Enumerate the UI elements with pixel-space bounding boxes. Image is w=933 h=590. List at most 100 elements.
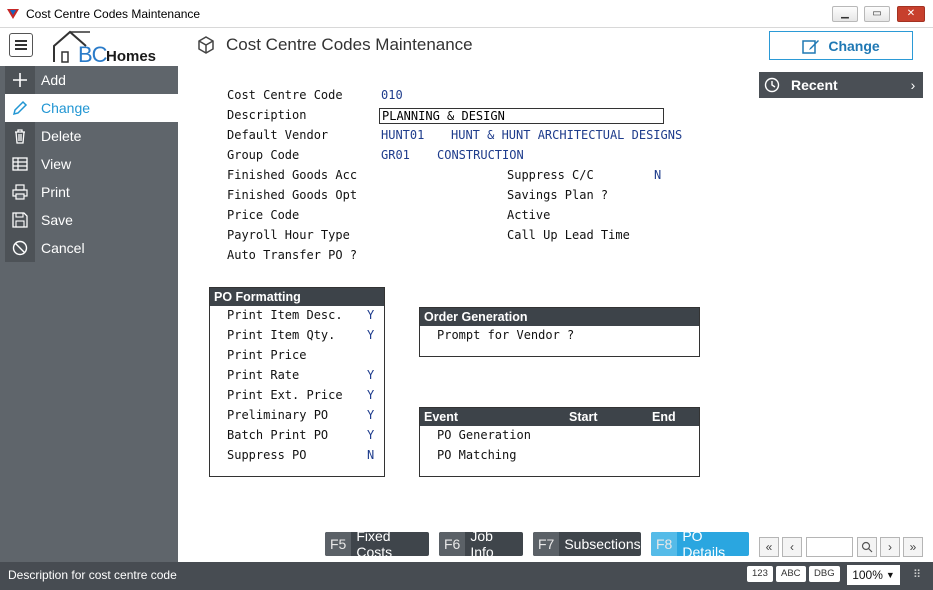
suppress-po-label: Suppress PO [227,448,307,462]
fkey-label: F8 [651,532,678,556]
preliminary-po-value[interactable]: Y [367,408,374,422]
fixed-costs-button[interactable]: F5 Fixed Costs [325,532,429,556]
cancel-icon [5,234,35,262]
chevron-right-icon: › [910,77,916,93]
search-record-button[interactable] [857,537,877,557]
app-icon [7,9,19,19]
search-icon [861,541,873,553]
edit-icon [802,39,820,54]
debug-badge[interactable]: DBG [809,566,840,582]
fkey-text: Fixed Costs [356,532,393,556]
default-vendor-label: Default Vendor [227,128,329,142]
default-vendor-name: HUNT & HUNT ARCHITECTUAL DESIGNS [451,128,683,142]
description-input[interactable] [379,108,664,124]
first-record-button[interactable]: « [759,537,779,557]
window-titlebar: Cost Centre Codes Maintenance ▁ ▭ ✕ [0,0,933,28]
suppress-cc-value[interactable]: N [654,168,661,182]
close-window-button[interactable]: ✕ [897,6,925,22]
sidebar-item-print[interactable]: Print [5,178,178,206]
suppress-cc-label: Suppress C/C [507,168,594,182]
print-ext-price-value[interactable]: Y [367,388,374,402]
page-title: Cost Centre Codes Maintenance [226,35,473,54]
next-record-button[interactable]: › [880,537,900,557]
fkey-text: Subsections [564,536,641,552]
event-row-po-generation[interactable]: PO Generation [437,428,531,442]
minimize-button[interactable]: ▁ [832,6,858,22]
print-item-qty-value[interactable]: Y [367,328,374,342]
printer-icon [5,178,35,206]
sidebar-item-label: Delete [41,128,82,144]
finished-goods-acc-label: Finished Goods Acc [227,168,358,182]
sidebar-item-change[interactable]: Change [5,94,178,122]
record-position-input[interactable] [806,537,853,557]
sidebar-item-add[interactable]: Add [5,66,178,94]
cost-centre-code-value[interactable]: 010 [381,88,403,102]
print-price-label: Print Price [227,348,307,362]
zoom-select[interactable]: 100% ▼ [847,565,900,585]
fkey-label: F7 [533,532,560,556]
chevron-down-icon: ▼ [885,570,895,580]
logo-text-homes: Homes [106,48,157,65]
fkey-label: F6 [439,532,466,556]
events-col-start: Start [569,410,598,424]
events-col-end: End [652,410,676,424]
cost-centre-code-label: Cost Centre Code [227,88,343,102]
numeric-mode-badge[interactable]: 123 [747,566,773,582]
sidebar-item-delete[interactable]: Delete [5,122,178,150]
print-item-desc-value[interactable]: Y [367,308,374,322]
clock-icon [759,77,785,93]
order-generation-title: Order Generation [420,308,699,326]
change-button[interactable]: Change [769,31,913,60]
sidebar-item-label: Add [41,72,66,88]
payroll-hour-type-label: Payroll Hour Type [227,228,350,242]
print-ext-price-label: Print Ext. Price [227,388,343,402]
status-text: Description for cost centre code [8,568,177,582]
print-item-desc-label: Print Item Desc. [227,308,343,322]
alpha-mode-badge[interactable]: ABC [776,566,806,582]
floppy-icon [5,206,35,234]
finished-goods-opt-label: Finished Goods Opt [227,188,358,202]
job-info-button[interactable]: F6 Job Info [439,532,523,556]
window-title: Cost Centre Codes Maintenance [26,7,201,21]
sidebar-item-label: Print [41,184,70,200]
previous-record-button[interactable]: ‹ [782,537,802,557]
po-details-button[interactable]: F8 PO Details [651,532,749,556]
suppress-po-value[interactable]: N [367,448,374,462]
zoom-value: 100% [852,568,883,582]
trash-icon [5,122,35,150]
print-rate-label: Print Rate [227,368,300,382]
batch-print-po-value[interactable]: Y [367,428,374,442]
menu-bar-icon [15,40,27,42]
menu-button[interactable] [9,33,33,57]
sidebar-item-label: Save [41,212,73,228]
batch-print-po-label: Batch Print PO [227,428,329,442]
status-bar: Description for cost centre code 123 ABC… [0,562,933,590]
sidebar-item-view[interactable]: View [5,150,178,178]
group-code-label: Group Code [227,148,300,162]
sidebar-item-save[interactable]: Save [5,206,178,234]
last-record-button[interactable]: » [903,537,923,557]
recent-panel-toggle[interactable]: Recent › [759,72,923,98]
plus-icon [5,66,35,94]
resize-grip-icon[interactable]: ⠿ [913,568,921,581]
events-col-event: Event [424,410,459,424]
sidebar-item-label: Cancel [41,240,85,256]
call-up-lead-time-label: Call Up Lead Time [507,228,630,242]
sidebar-item-cancel[interactable]: Cancel [5,234,178,262]
savings-plan-label: Savings Plan ? [507,188,609,202]
sidebar-item-label: View [41,156,72,172]
group-code-value[interactable]: GR01 [381,148,410,162]
events-header: Event Start End [420,408,699,426]
pencil-icon [5,94,35,122]
maximize-button[interactable]: ▭ [864,6,890,22]
menu-bar-icon [15,48,27,50]
sidebar: Add Change Delete View Print Save Cancel [0,66,178,562]
recent-label: Recent [791,77,838,93]
header: BC Homes Cost Centre Codes Maintenance C… [0,28,933,67]
print-rate-value[interactable]: Y [367,368,374,382]
menu-bar-icon [15,44,27,46]
subsections-button[interactable]: F7 Subsections [533,532,641,556]
default-vendor-code[interactable]: HUNT01 [381,128,424,142]
price-code-label: Price Code [227,208,300,222]
event-row-po-matching[interactable]: PO Matching [437,448,516,462]
